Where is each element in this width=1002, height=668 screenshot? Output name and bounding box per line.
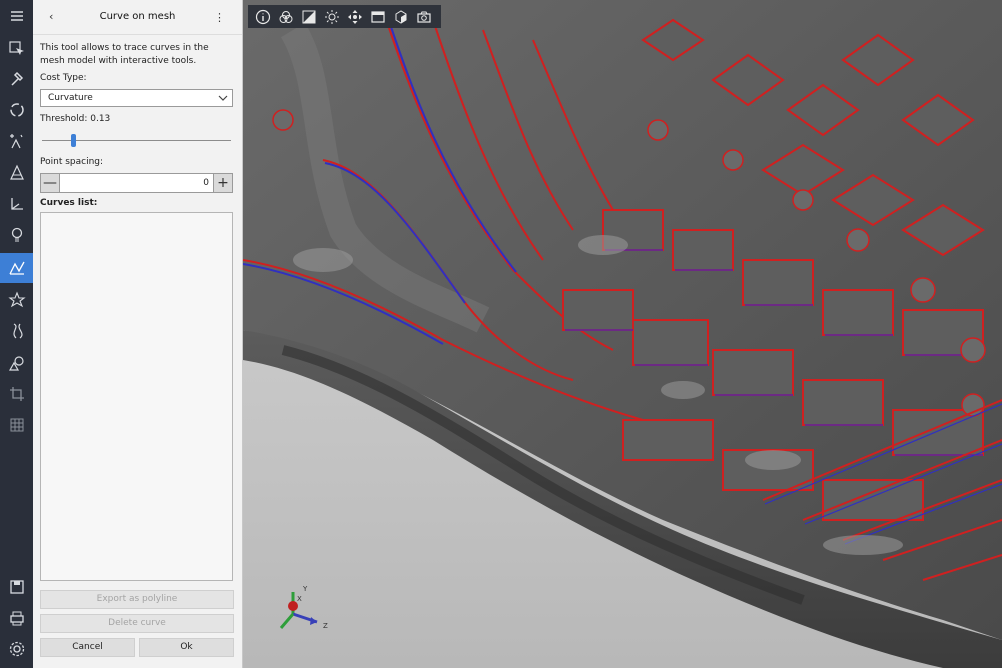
- decrement-button[interactable]: —: [40, 173, 60, 193]
- threshold-slider[interactable]: [40, 133, 233, 147]
- color-wheel-icon[interactable]: [274, 6, 297, 28]
- ribbon-icon[interactable]: [0, 316, 33, 346]
- cost-type-value: Curvature: [48, 93, 93, 103]
- panel-header: ‹ Curve on mesh ⋮: [33, 0, 242, 35]
- point-spacing-label: Point spacing:: [40, 157, 104, 167]
- hammer-icon[interactable]: [0, 64, 33, 94]
- cone-icon[interactable]: [0, 158, 33, 188]
- export-polyline-button[interactable]: Export as polyline: [40, 590, 234, 609]
- curves-list[interactable]: [40, 212, 233, 581]
- panel-title: Curve on mesh: [99, 11, 176, 22]
- info-icon[interactable]: [251, 6, 274, 28]
- axis-icon[interactable]: [0, 189, 33, 219]
- cost-type-label: Cost Type:: [40, 73, 87, 83]
- recycle-icon[interactable]: [0, 95, 33, 125]
- cost-type-select[interactable]: Curvature: [40, 89, 233, 107]
- curve-mesh-icon[interactable]: [0, 253, 33, 283]
- 3d-viewport[interactable]: Y X Z: [243, 0, 1002, 668]
- axis-x-label: X: [297, 595, 302, 603]
- main-toolbar: [0, 0, 33, 668]
- printer-icon[interactable]: [0, 603, 33, 633]
- tool-description: This tool allows to trace curves in the …: [40, 43, 209, 66]
- settings-icon[interactable]: [0, 634, 33, 664]
- delete-curve-button[interactable]: Delete curve: [40, 614, 234, 633]
- slider-thumb[interactable]: [71, 134, 76, 147]
- select-cursor-icon[interactable]: [0, 34, 33, 64]
- save-icon[interactable]: [0, 572, 33, 602]
- lightbulb-icon[interactable]: [0, 220, 33, 250]
- window-icon[interactable]: [366, 6, 389, 28]
- shapes-icon[interactable]: [0, 348, 33, 378]
- chevron-down-icon: [218, 95, 228, 101]
- more-options-icon[interactable]: ⋮: [214, 11, 225, 24]
- threshold-label: Threshold: 0.13: [40, 114, 111, 124]
- increment-button[interactable]: +: [213, 173, 233, 193]
- camera-icon[interactable]: [412, 6, 435, 28]
- curve-on-mesh-panel: ‹ Curve on mesh ⋮ This tool allows to tr…: [33, 0, 243, 668]
- ok-button[interactable]: Ok: [139, 638, 234, 657]
- sparkle-icon[interactable]: [0, 126, 33, 156]
- crop-icon[interactable]: [0, 379, 33, 409]
- point-spacing-stepper: — 0 +: [40, 173, 233, 193]
- shoe-sole-mesh[interactable]: [243, 0, 1002, 668]
- contrast-icon[interactable]: [297, 6, 320, 28]
- cancel-button[interactable]: Cancel: [40, 638, 135, 657]
- menu-icon[interactable]: [0, 1, 33, 31]
- point-spacing-input[interactable]: 0: [60, 173, 213, 193]
- view-toolbar: [248, 5, 441, 28]
- cube-icon[interactable]: [389, 6, 412, 28]
- axis-z-label: Z: [323, 622, 328, 630]
- light-icon[interactable]: [320, 6, 343, 28]
- star-mesh-icon[interactable]: [0, 285, 33, 315]
- axis-triad: Y X Z: [279, 585, 328, 630]
- curves-list-label: Curves list:: [40, 198, 98, 208]
- move-icon[interactable]: [343, 6, 366, 28]
- axis-y-label: Y: [302, 585, 308, 593]
- grid-icon[interactable]: [0, 410, 33, 440]
